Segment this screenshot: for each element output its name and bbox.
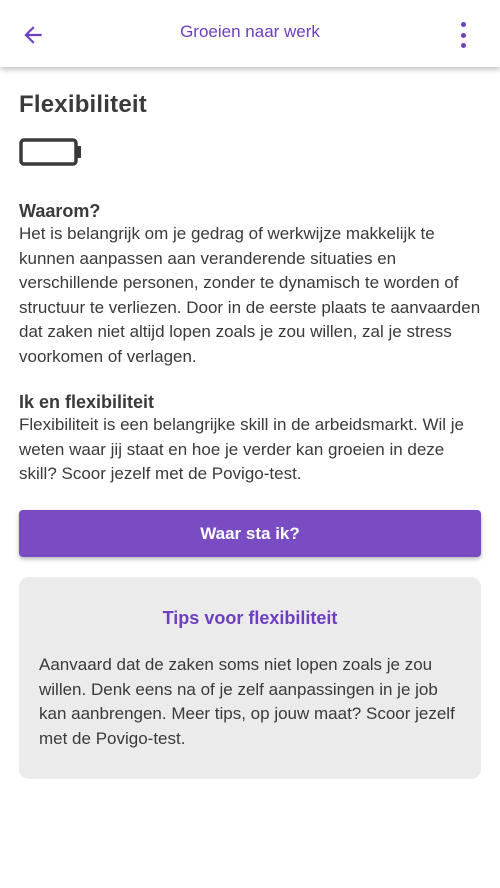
app-bar: Groeien naar werk xyxy=(0,0,500,67)
me-text: Flexibiliteit is een belangrijke skill i… xyxy=(19,415,465,483)
why-section: Waarom? Het is belangrijk om je gedrag o… xyxy=(19,201,481,369)
where-am-i-button[interactable]: Waar sta ik? xyxy=(19,510,481,557)
battery-empty-icon xyxy=(19,138,81,166)
me-title: Ik en flexibiliteit xyxy=(19,392,155,412)
page-title: Flexibiliteit xyxy=(19,91,147,118)
app-bar-title: Groeien naar werk xyxy=(180,22,320,41)
tips-title: Tips voor flexibiliteit xyxy=(162,608,338,628)
tips-card: Tips voor flexibiliteit Aanvaard dat de … xyxy=(19,577,481,779)
more-vertical-icon xyxy=(460,22,466,27)
why-text: Het is belangrijk om je gedrag of werkwi… xyxy=(19,224,481,366)
why-title: Waarom? xyxy=(19,201,101,221)
me-section: Ik en flexibiliteit Flexibiliteit is een… xyxy=(19,392,481,487)
main-content: Flexibiliteit Waarom? Het is belangrijk … xyxy=(19,91,481,779)
tips-text: Aanvaard dat de zaken soms niet lopen zo… xyxy=(39,655,455,748)
more-options-button[interactable] xyxy=(456,22,470,48)
